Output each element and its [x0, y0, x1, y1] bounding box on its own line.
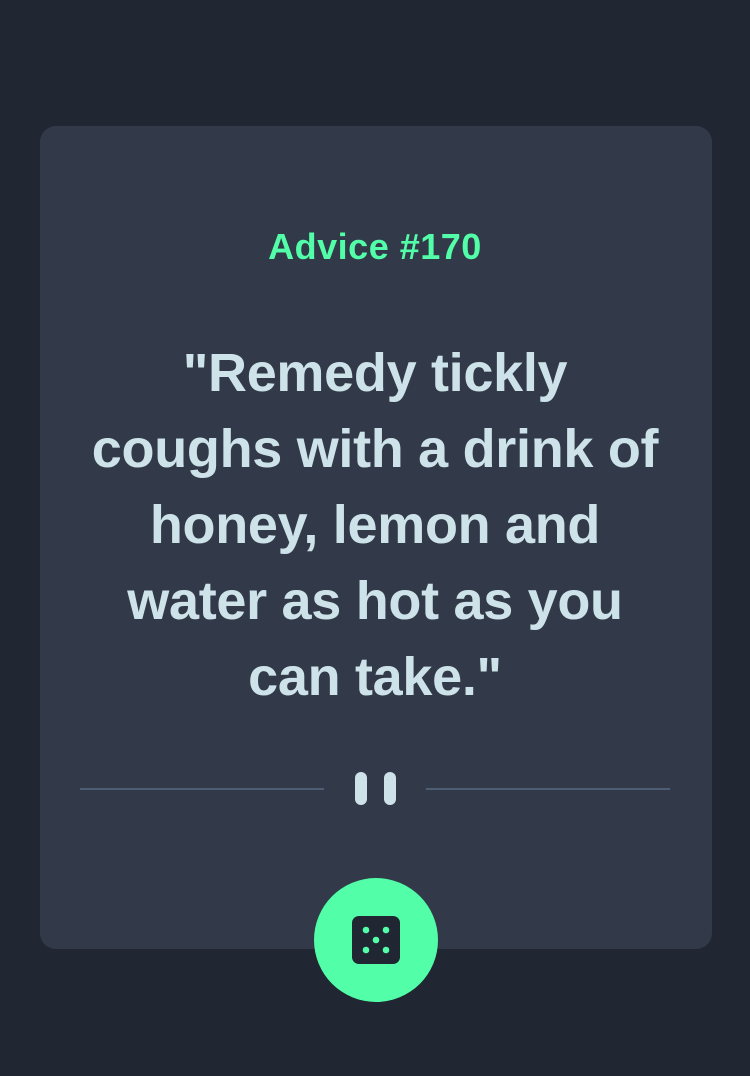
divider-line-right [426, 788, 670, 790]
dice-icon [352, 916, 400, 964]
new-advice-button[interactable] [314, 878, 438, 1002]
advice-quote: "Remedy tickly coughs with a drink of ho… [91, 343, 659, 707]
pause-icon [355, 772, 397, 805]
pause-bar-left [355, 772, 367, 805]
divider-line-left [80, 788, 324, 790]
pause-bar-right [384, 772, 396, 805]
advice-id-heading: Advice #170 [268, 226, 482, 267]
